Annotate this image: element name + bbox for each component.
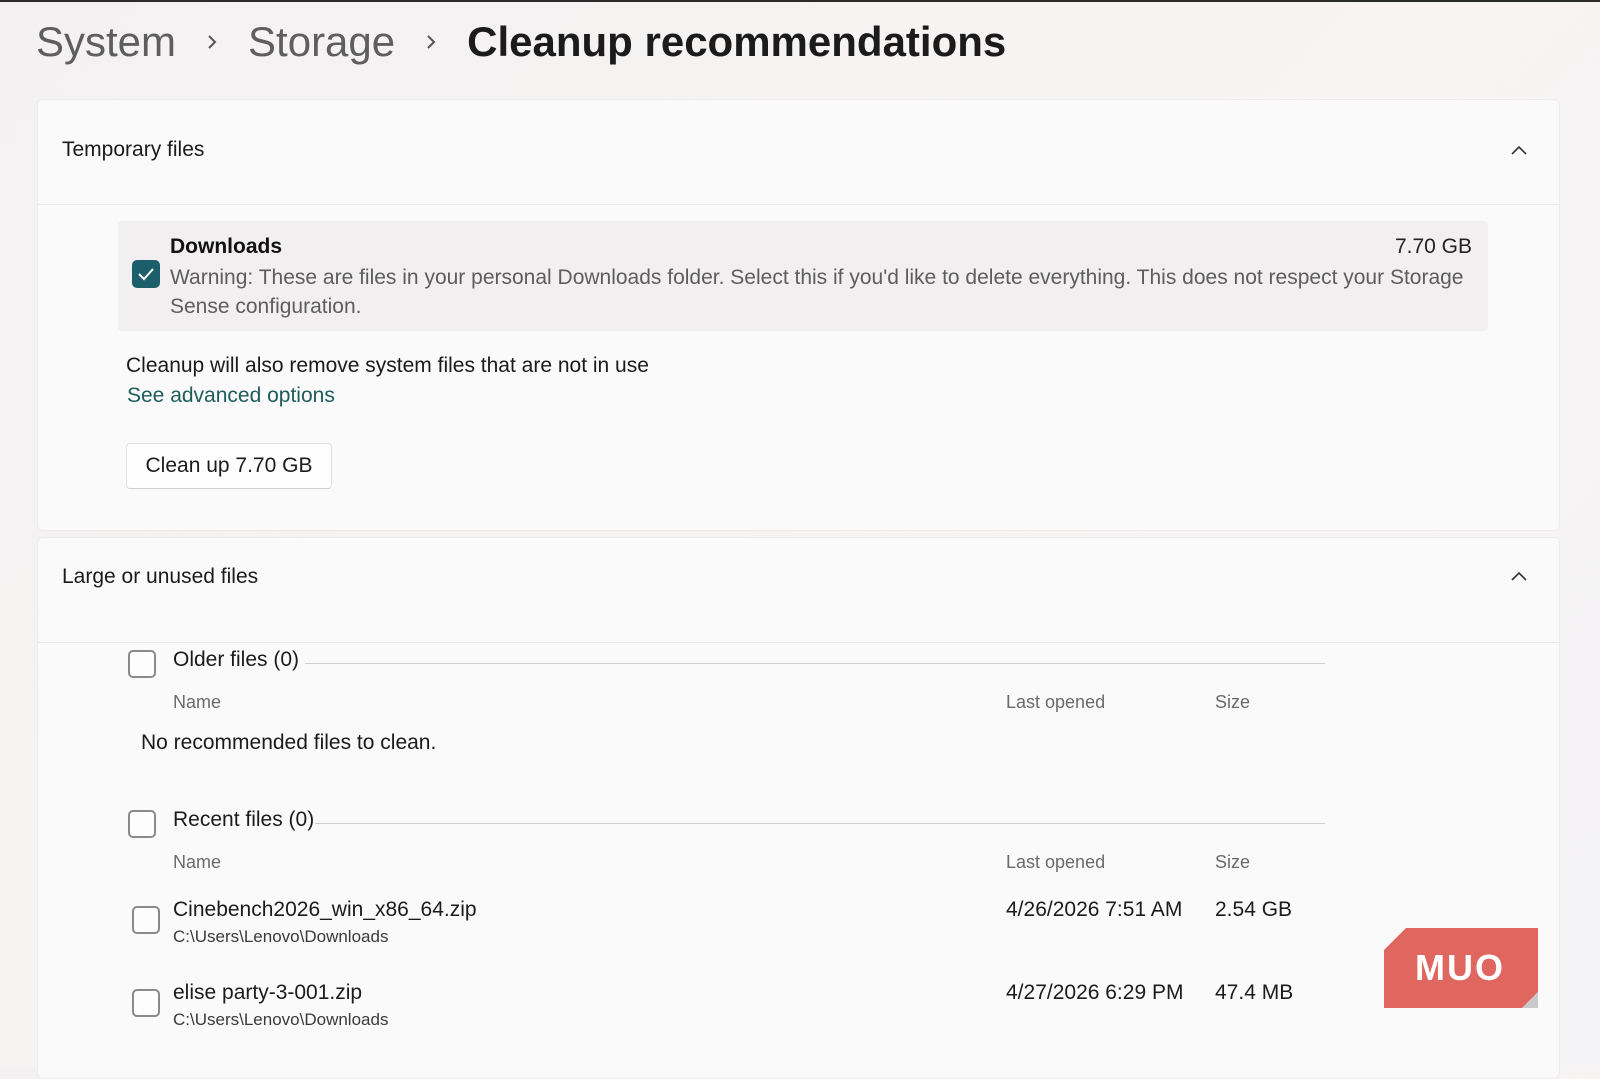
older-files-label: Older files (0) [173,648,300,671]
muo-watermark-logo: MUO [1384,928,1538,1008]
column-last-opened: Last opened [1006,692,1106,712]
cleanup-info-text: Cleanup will also remove system files th… [126,354,649,377]
file-name: elise party-3-001.zip [173,981,363,1004]
chevron-up-icon[interactable] [1509,566,1529,586]
file-path: C:\Users\Lenovo\Downloads [173,927,389,946]
file-size: 47.4 MB [1215,981,1294,1004]
file-size: 2.54 GB [1215,898,1293,921]
file-name: Cinebench2026_win_x86_64.zip [173,898,477,921]
file-path: C:\Users\Lenovo\Downloads [173,1010,389,1029]
file-last-opened: 4/26/2026 7:51 AM [1006,898,1183,921]
watermark-text: MUO [1415,947,1505,988]
advanced-options-link[interactable]: See advanced options [127,384,335,408]
recent-files-label: Recent files (0) [173,808,315,831]
column-last-opened: Last opened [1006,852,1106,872]
section-divider [315,823,1325,824]
recent-files-checkbox[interactable] [128,810,156,838]
column-size: Size [1215,692,1251,712]
large-unused-files-header[interactable]: Large or unused files [38,538,1559,643]
older-files-empty-message: No recommended files to clean. [141,731,437,754]
chevron-right-icon [194,14,230,70]
large-unused-files-title: Large or unused files [62,565,259,588]
file-checkbox[interactable] [132,906,160,934]
breadcrumb-storage[interactable]: Storage [248,18,395,66]
breadcrumb: System Storage Cleanup recommendations [36,14,1006,70]
page-title: Cleanup recommendations [467,18,1007,65]
downloads-option[interactable]: Downloads 7.70 GB Warning: These are fil… [118,221,1488,331]
window-top-border [0,0,1600,2]
chevron-up-icon[interactable] [1509,140,1529,160]
temporary-files-header[interactable]: Temporary files [38,100,1559,205]
column-size: Size [1215,852,1251,872]
file-last-opened: 4/27/2026 6:29 PM [1006,981,1184,1004]
downloads-description: Warning: These are files in your persona… [170,266,1464,318]
downloads-size: 7.70 GB [1394,235,1472,258]
column-name: Name [173,692,222,712]
older-files-checkbox[interactable] [128,650,156,678]
clean-up-button[interactable]: Clean up 7.70 GB [126,443,332,489]
breadcrumb-system[interactable]: System [36,18,176,66]
downloads-title: Downloads [170,235,283,258]
large-unused-files-card: Large or unused files Older files (0) Na… [37,537,1560,1079]
section-divider [305,663,1325,664]
chevron-right-icon [413,14,449,70]
temporary-files-title: Temporary files [62,138,205,161]
file-checkbox[interactable] [132,989,160,1017]
checkmark-icon [138,268,154,281]
temporary-files-card: Temporary files Downloads 7.70 GB Warnin… [37,99,1560,531]
downloads-checkbox[interactable] [132,260,160,288]
column-name: Name [173,852,222,872]
